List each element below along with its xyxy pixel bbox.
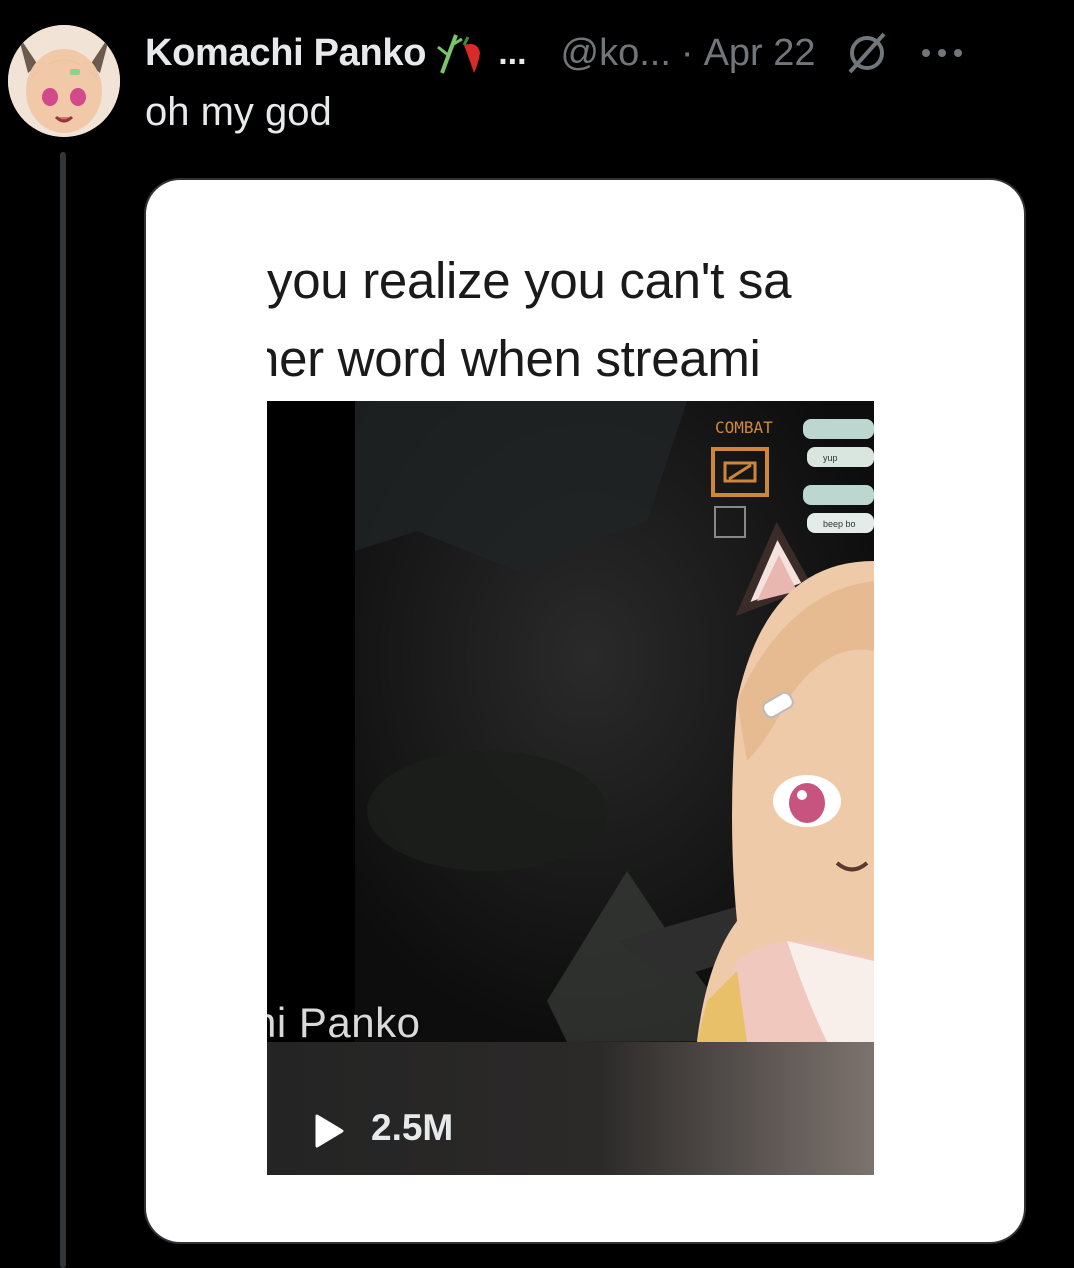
video-caption: you realize you can't sa her word when s… <box>267 242 875 398</box>
play-icon[interactable] <box>313 1113 345 1149</box>
video-controls-bar <box>267 1042 874 1175</box>
avatar[interactable] <box>8 25 120 137</box>
thread-line <box>60 152 66 1268</box>
video-watermark: hi Panko <box>267 999 421 1046</box>
author-handle[interactable]: @ko... <box>561 32 671 75</box>
video-player[interactable]: COMBAT yup beep bo hi Panko 2.5M <box>267 401 874 1175</box>
caption-line-1: you realize you can't sa <box>267 252 792 309</box>
caption-line-2: her word when streami <box>267 330 761 387</box>
tweet-text: oh my god <box>145 90 332 134</box>
view-count: 2.5M <box>371 1107 454 1148</box>
separator: · <box>680 31 694 74</box>
grok-icon[interactable] <box>844 30 890 76</box>
more-options-icon[interactable] <box>920 43 964 63</box>
name-truncation: ... <box>498 33 527 72</box>
author-name[interactable]: Komachi Panko <box>145 32 426 75</box>
video-media-card[interactable]: you realize you can't sa her word when s… <box>146 180 1024 1242</box>
tweet-date[interactable]: Apr 22 <box>704 32 816 75</box>
bamboo-chili-emoji-icon <box>434 31 490 75</box>
combat-overlay-label: COMBAT <box>715 418 773 437</box>
chat-message-yup: yup <box>823 453 838 463</box>
chat-message-beep: beep bo <box>823 519 856 529</box>
tweet-header: Komachi Panko ... @ko... · Apr 22 <box>145 28 964 78</box>
